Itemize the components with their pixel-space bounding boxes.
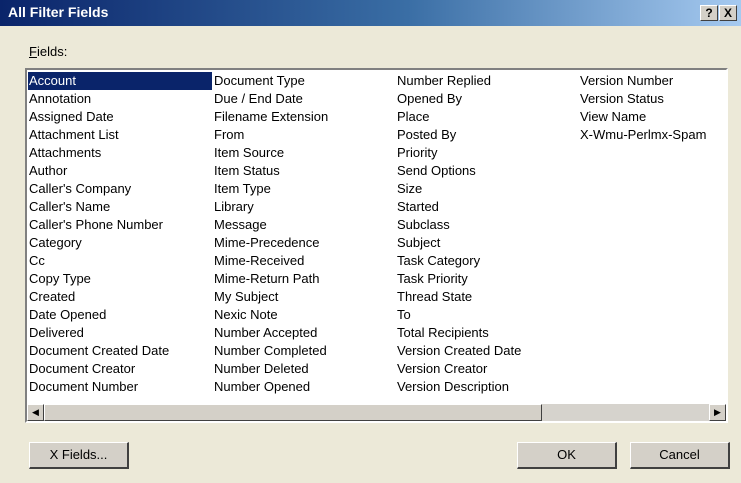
list-item[interactable]: Place xyxy=(396,108,521,126)
list-item[interactable]: Assigned Date xyxy=(28,108,212,126)
window-title: All Filter Fields xyxy=(8,4,109,20)
list-item[interactable]: Document Creator xyxy=(28,360,212,378)
list-item[interactable]: To xyxy=(396,306,521,324)
list-item[interactable]: Version Created Date xyxy=(396,342,521,360)
list-item[interactable]: Priority xyxy=(396,144,521,162)
fields-label-text: ields: xyxy=(36,44,68,59)
list-item[interactable]: Document Number xyxy=(28,378,212,396)
list-item[interactable]: Mime-Precedence xyxy=(213,234,328,252)
list-item[interactable]: Task Priority xyxy=(396,270,521,288)
list-item[interactable]: Library xyxy=(213,198,328,216)
list-item[interactable]: Send Options xyxy=(396,162,521,180)
list-item[interactable]: Task Category xyxy=(396,252,521,270)
list-item[interactable]: Annotation xyxy=(28,90,212,108)
list-item[interactable]: Nexic Note xyxy=(213,306,328,324)
fields-label-mnemonic: F xyxy=(29,44,37,59)
list-item[interactable]: Opened By xyxy=(396,90,521,108)
list-item[interactable]: Size xyxy=(396,180,521,198)
list-item[interactable]: Number Completed xyxy=(213,342,328,360)
list-item[interactable]: Copy Type xyxy=(28,270,212,288)
horizontal-scrollbar[interactable]: ◀ ▶ xyxy=(27,404,726,421)
list-item[interactable]: Cc xyxy=(28,252,212,270)
list-item[interactable]: Attachments xyxy=(28,144,212,162)
scroll-left-icon[interactable]: ◀ xyxy=(27,404,44,421)
list-item[interactable]: From xyxy=(213,126,328,144)
list-item[interactable]: Date Opened xyxy=(28,306,212,324)
list-item[interactable]: Item Status xyxy=(213,162,328,180)
list-item[interactable]: Started xyxy=(396,198,521,216)
list-item[interactable]: View Name xyxy=(579,108,706,126)
list-item[interactable]: Subclass xyxy=(396,216,521,234)
list-item[interactable]: Number Opened xyxy=(213,378,328,396)
scroll-right-icon[interactable]: ▶ xyxy=(709,404,726,421)
close-button[interactable]: X xyxy=(719,5,737,21)
fields-column-4: Version Number Version Status View Name X-W… xyxy=(579,72,706,144)
list-item[interactable]: Mime-Return Path xyxy=(213,270,328,288)
list-item[interactable]: Number Accepted xyxy=(213,324,328,342)
list-item[interactable]: Version Description xyxy=(396,378,521,396)
ok-button[interactable]: OK xyxy=(517,442,617,469)
list-item[interactable]: Total Recipients xyxy=(396,324,521,342)
fields-column-1: Account Annotation Assigned Date Attachment… xyxy=(28,72,212,396)
list-item[interactable]: Category xyxy=(28,234,212,252)
list-item[interactable]: Item Type xyxy=(213,180,328,198)
list-item[interactable]: Message xyxy=(213,216,328,234)
list-item[interactable]: Caller's Name xyxy=(28,198,212,216)
title-bar: All Filter Fields ? X xyxy=(0,0,741,26)
fields-listbox[interactable]: Account Annotation Assigned Date Attachment… xyxy=(25,68,728,423)
fields-label: Fields: xyxy=(29,44,67,59)
list-item[interactable]: Subject xyxy=(396,234,521,252)
x-fields-button[interactable]: X Fields... xyxy=(29,442,129,469)
list-item[interactable]: Item Source xyxy=(213,144,328,162)
list-item[interactable]: Posted By xyxy=(396,126,521,144)
list-item[interactable]: Version Number xyxy=(579,72,706,90)
list-item[interactable]: Caller's Company xyxy=(28,180,212,198)
list-item[interactable]: Account xyxy=(28,72,212,90)
fields-column-3: Number Replied Opened By Place Posted By Pri… xyxy=(396,72,521,396)
cancel-button[interactable]: Cancel xyxy=(630,442,730,469)
list-item[interactable]: Document Type xyxy=(213,72,328,90)
fields-column-2: Document Type Due / End Date Filename Exte… xyxy=(213,72,328,396)
list-item[interactable]: Author xyxy=(28,162,212,180)
list-item[interactable]: Number Replied xyxy=(396,72,521,90)
list-item[interactable]: Thread State xyxy=(396,288,521,306)
scrollbar-thumb[interactable] xyxy=(44,404,542,421)
list-item[interactable]: Mime-Received xyxy=(213,252,328,270)
list-item[interactable]: Attachment List xyxy=(28,126,212,144)
all-filter-fields-dialog: All Filter Fields ? X Fields: Account Ann… xyxy=(0,0,741,483)
list-item[interactable]: X-Wmu-Perlmx-Spam xyxy=(579,126,706,144)
list-item[interactable]: Filename Extension xyxy=(213,108,328,126)
list-item[interactable]: Number Deleted xyxy=(213,360,328,378)
list-item[interactable]: Delivered xyxy=(28,324,212,342)
list-item[interactable]: Version Status xyxy=(579,90,706,108)
list-item[interactable]: Due / End Date xyxy=(213,90,328,108)
list-item[interactable]: Document Created Date xyxy=(28,342,212,360)
list-item[interactable]: Created xyxy=(28,288,212,306)
list-item[interactable]: Version Creator xyxy=(396,360,521,378)
list-item[interactable]: My Subject xyxy=(213,288,328,306)
list-item[interactable]: Caller's Phone Number xyxy=(28,216,212,234)
help-button[interactable]: ? xyxy=(700,5,718,21)
